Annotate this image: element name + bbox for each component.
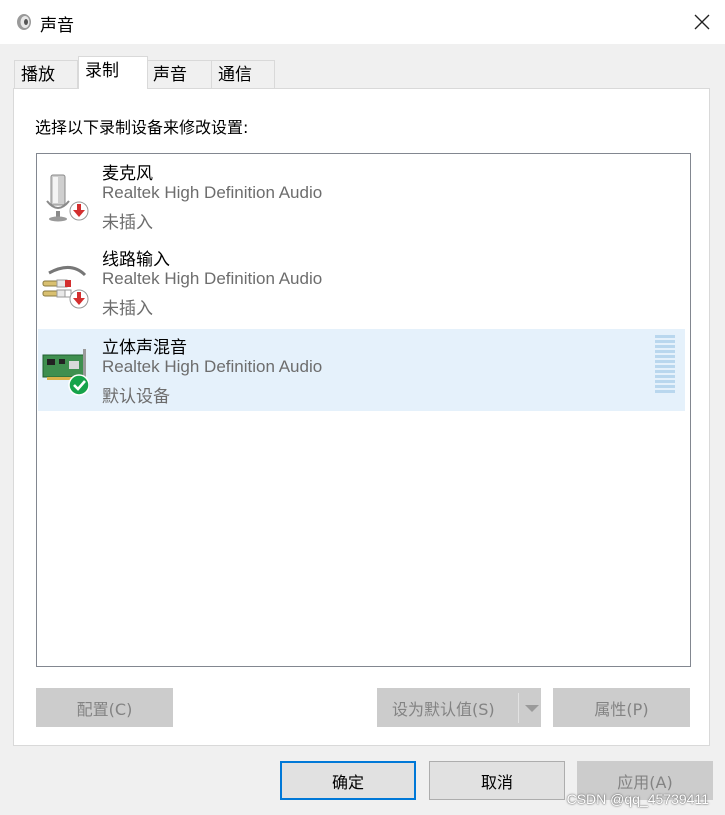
device-item-stereo-mix[interactable]: 立体声混音 Realtek High Definition Audio 默认设备 (38, 329, 685, 411)
split-divider (518, 693, 519, 723)
close-button[interactable] (679, 0, 725, 44)
device-name: 麦克风 (102, 164, 153, 184)
level-meter (655, 335, 675, 395)
device-status: 未插入 (102, 213, 153, 233)
device-item-line-in[interactable]: 线路输入 Realtek High Definition Audio 未插入 (38, 241, 685, 323)
unplugged-badge-icon (69, 201, 89, 221)
device-driver: Realtek High Definition Audio (102, 269, 323, 288)
instruction-label: 选择以下录制设备来修改设置: (35, 118, 249, 137)
sound-card-icon (42, 349, 89, 396)
ok-button[interactable]: 确定 (280, 761, 416, 800)
tab-playback[interactable]: 播放 (14, 60, 78, 88)
device-list[interactable]: 麦克风 Realtek High Definition Audio 未插入 线路… (36, 153, 691, 667)
chevron-down-icon[interactable] (525, 705, 539, 712)
title-bar: 声音 (0, 0, 725, 44)
speaker-icon (17, 14, 31, 30)
close-icon (694, 14, 710, 30)
device-status: 未插入 (102, 299, 153, 319)
tab-recording[interactable]: 录制 (78, 56, 148, 89)
device-item-microphone[interactable]: 麦克风 Realtek High Definition Audio 未插入 (38, 155, 685, 237)
device-name: 立体声混音 (102, 338, 187, 358)
device-driver: Realtek High Definition Audio (102, 183, 323, 202)
watermark: CSDN @qq_45739411 (566, 791, 709, 807)
tab-sounds[interactable]: 声音 (146, 60, 212, 88)
window-title: 声音 (40, 16, 74, 36)
recording-panel: 选择以下录制设备来修改设置: 麦克风 Realtek High Definiti… (13, 88, 710, 746)
device-driver: Realtek High Definition Audio (102, 357, 323, 376)
default-check-badge-icon (68, 374, 89, 396)
line-in-cable-icon (42, 266, 89, 309)
set-default-split-button[interactable]: 设为默认值(S) (377, 688, 541, 727)
device-status: 默认设备 (102, 387, 170, 407)
unplugged-badge-icon (69, 289, 89, 309)
properties-button[interactable]: 属性(P) (553, 688, 690, 727)
microphone-icon (46, 174, 89, 222)
configure-button[interactable]: 配置(C) (36, 688, 173, 727)
device-name: 线路输入 (102, 250, 170, 270)
cancel-button[interactable]: 取消 (429, 761, 565, 800)
tab-communications[interactable]: 通信 (211, 60, 275, 88)
